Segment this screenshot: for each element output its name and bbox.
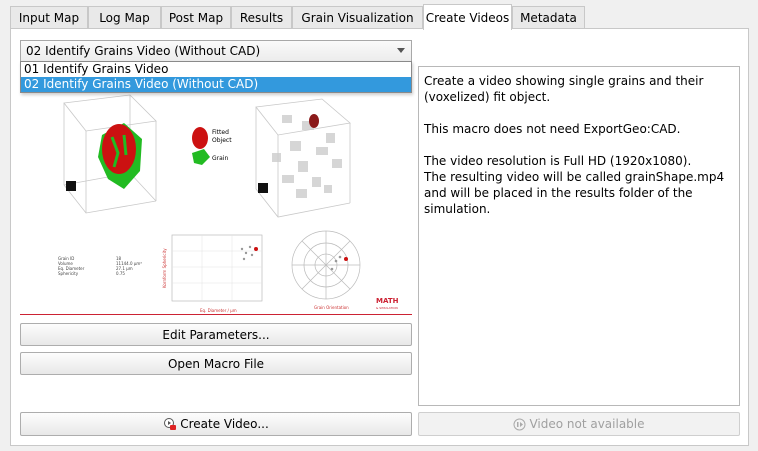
tab-results[interactable]: Results — [231, 6, 292, 28]
tab-input-map[interactable]: Input Map — [10, 6, 88, 28]
macro-select[interactable]: 02 Identify Grains Video (Without CAD) — [20, 40, 412, 62]
edit-parameters-button[interactable]: Edit Parameters... — [20, 323, 412, 346]
tab-log-map[interactable]: Log Map — [88, 6, 161, 28]
svg-text:Eq. Diameter / µm: Eq. Diameter / µm — [200, 308, 237, 313]
macro-select-value: 02 Identify Grains Video (Without CAD) — [26, 44, 261, 58]
video-record-icon — [164, 418, 177, 430]
tab-metadata[interactable]: Metadata — [512, 6, 585, 28]
macro-dropdown-list: 01 Identify Grains Video 02 Identify Gra… — [20, 61, 412, 93]
math-logo: MATH & SIMULATION — [376, 297, 399, 310]
video-not-available-button: Video not available — [418, 412, 740, 436]
preview-legend: Fitted Object Grain — [192, 127, 232, 165]
grain-stats: Grain ID Volume Eq. Diameter Sphericity … — [58, 256, 142, 276]
grain-cloud — [272, 115, 342, 198]
sphericity-plot: Kornform Sphericity Eq. Diameter / µm — [162, 234, 263, 313]
video-preview-image: Fitted Object Grain Grain ID Volume Eq. … — [20, 93, 412, 315]
chevron-down-icon[interactable] — [397, 48, 405, 53]
svg-text:Grain: Grain — [212, 155, 228, 162]
grain-cube-right — [255, 98, 351, 218]
svg-text:Fitted: Fitted — [212, 129, 229, 136]
svg-text:0.75: 0.75 — [116, 271, 125, 276]
tab-create-videos[interactable]: Create Videos — [423, 4, 512, 30]
macro-option-01[interactable]: 01 Identify Grains Video — [21, 62, 411, 77]
axis-indicator-left — [66, 181, 76, 191]
tab-post-map[interactable]: Post Map — [161, 6, 231, 28]
open-macro-file-button[interactable]: Open Macro File — [20, 352, 412, 375]
macro-option-02[interactable]: 02 Identify Grains Video (Without CAD) — [21, 77, 411, 92]
orientation-polar-plot — [291, 230, 361, 300]
svg-text:Grain Orientation: Grain Orientation — [314, 305, 349, 310]
tab-grain-visualization[interactable]: Grain Visualization — [292, 6, 423, 28]
macro-description: Create a video showing single grains and… — [418, 66, 740, 406]
svg-text:& SIMULATION: & SIMULATION — [376, 306, 398, 310]
play-pause-icon — [513, 418, 526, 430]
axis-indicator-right — [258, 183, 268, 193]
svg-text:Sphericity: Sphericity — [58, 271, 79, 276]
svg-text:MATH: MATH — [376, 297, 399, 305]
svg-text:Object: Object — [212, 137, 232, 144]
svg-text:Kornform Sphericity: Kornform Sphericity — [162, 248, 167, 288]
create-video-button[interactable]: Create Video... — [20, 412, 412, 436]
